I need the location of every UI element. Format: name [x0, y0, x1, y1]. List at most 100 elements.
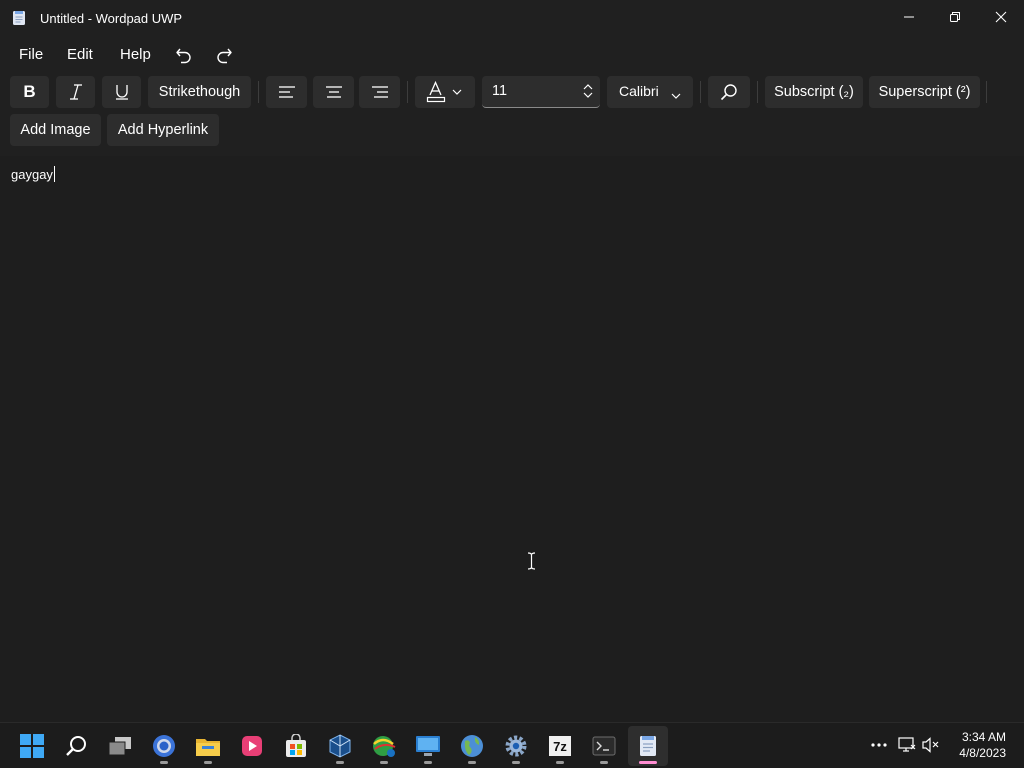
task-view-button[interactable]: [100, 726, 140, 766]
window-title: Untitled - Wordpad UWP: [40, 11, 183, 26]
undo-icon: [176, 48, 191, 64]
clock-time: 3:34 AM: [961, 730, 1006, 744]
menu-help[interactable]: Help: [120, 46, 151, 63]
insert-toolbar: Add Image Add Hyperlink: [0, 114, 1024, 154]
document-text: gaygay: [11, 167, 53, 182]
redo-icon: [217, 48, 232, 64]
document-editor[interactable]: gaygay: [0, 156, 1024, 722]
wordpad-window: Untitled - Wordpad UWP File Edit Help B: [0, 0, 1024, 722]
volume-button[interactable]: [922, 736, 940, 754]
running-indicator: [336, 761, 344, 764]
spin-arrows-icon[interactable]: [582, 82, 594, 105]
task-view-icon: [108, 737, 131, 756]
underline-icon: [115, 85, 128, 100]
media-player-icon: [242, 736, 262, 756]
settings-gear-icon: [505, 735, 527, 757]
folder-icon: [196, 739, 220, 756]
system-clock[interactable]: 3:34 AM 4/8/2023: [959, 729, 1006, 761]
menu-edit[interactable]: Edit: [67, 46, 93, 63]
start-button[interactable]: [12, 726, 52, 766]
font-size-input[interactable]: 11: [482, 76, 600, 108]
network-globe-icon: [373, 736, 396, 757]
running-indicator: [204, 761, 212, 764]
menu-bar: File Edit Help: [0, 38, 1024, 72]
redo-button[interactable]: [210, 42, 238, 68]
taskbar-wordpad[interactable]: [628, 726, 668, 766]
document-content[interactable]: gaygay: [11, 166, 55, 182]
taskbar-terminal[interactable]: [584, 726, 624, 766]
running-indicator: [424, 761, 432, 764]
wordpad-app-icon: [12, 10, 26, 26]
network-status-button[interactable]: [898, 736, 916, 754]
font-family-select[interactable]: Calibri: [607, 76, 693, 108]
find-button[interactable]: [708, 76, 750, 108]
wordpad-icon: [640, 736, 656, 756]
font-color-icon: [426, 81, 446, 103]
more-dots-icon: [871, 743, 887, 747]
add-hyperlink-button[interactable]: Add Hyperlink: [107, 114, 219, 146]
taskbar-chrome[interactable]: [144, 726, 184, 766]
windows-logo-icon: [20, 734, 44, 758]
running-indicator: [160, 761, 168, 764]
align-left-button[interactable]: [266, 76, 307, 108]
taskbar-virtualbox[interactable]: [320, 726, 360, 766]
taskbar-settings[interactable]: [496, 726, 536, 766]
show-hidden-icons-button[interactable]: [870, 736, 888, 754]
close-button[interactable]: [978, 0, 1024, 34]
align-right-button[interactable]: [359, 76, 400, 108]
superscript-button[interactable]: Superscript (²): [869, 76, 980, 108]
toolbar-divider: [757, 81, 758, 103]
taskbar-store[interactable]: [276, 726, 316, 766]
store-icon: [286, 734, 306, 757]
virtualbox-icon: [329, 734, 351, 758]
ibeam-cursor-icon: [527, 552, 536, 575]
running-indicator: [600, 761, 608, 764]
undo-button[interactable]: [170, 42, 198, 68]
text-caret: [53, 166, 55, 182]
taskbar-remote-desktop[interactable]: [408, 726, 448, 766]
chrome-icon: [153, 735, 175, 757]
formatting-toolbar: B Strikethough 11 Calibri Subscript (₂) …: [0, 76, 1024, 116]
terminal-icon: [592, 736, 616, 756]
7zip-icon: 7z: [549, 736, 571, 756]
italic-button[interactable]: [56, 76, 95, 108]
network-monitor-icon: [898, 737, 916, 752]
toolbar-divider: [986, 81, 987, 103]
running-indicator: [468, 761, 476, 764]
restore-icon: [950, 12, 960, 22]
toolbar-divider: [258, 81, 259, 103]
active-indicator: [639, 761, 657, 764]
italic-icon: [69, 84, 82, 100]
volume-muted-icon: [922, 737, 939, 753]
add-image-button[interactable]: Add Image: [10, 114, 101, 146]
font-color-button[interactable]: [415, 76, 475, 108]
taskbar-file-explorer[interactable]: [188, 726, 228, 766]
clock-date: 4/8/2023: [959, 746, 1006, 760]
minimize-button[interactable]: [886, 0, 932, 34]
title-bar[interactable]: Untitled - Wordpad UWP: [0, 0, 1024, 36]
7zip-icon-label: 7z: [553, 739, 567, 754]
chevron-down-icon: [671, 86, 681, 104]
taskbar-media-player[interactable]: [232, 726, 272, 766]
strikethrough-button[interactable]: Strikethough: [148, 76, 251, 108]
align-center-icon: [325, 86, 342, 98]
subscript-button[interactable]: Subscript (₂): [765, 76, 863, 108]
taskbar-search-button[interactable]: [56, 726, 96, 766]
search-icon: [66, 736, 86, 756]
restore-button[interactable]: [932, 0, 978, 34]
search-icon: [720, 84, 737, 101]
menu-file[interactable]: File: [19, 46, 43, 63]
align-left-icon: [278, 86, 295, 98]
bold-button[interactable]: B: [10, 76, 49, 108]
toolbar-divider: [700, 81, 701, 103]
close-icon: [995, 11, 1007, 23]
align-right-icon: [371, 86, 388, 98]
remote-desktop-icon: [416, 736, 440, 756]
taskbar-network-app[interactable]: [364, 726, 404, 766]
align-center-button[interactable]: [313, 76, 354, 108]
taskbar-browser-globe[interactable]: [452, 726, 492, 766]
chevron-down-icon: [452, 89, 462, 95]
running-indicator: [556, 761, 564, 764]
underline-button[interactable]: [102, 76, 141, 108]
taskbar-7zip[interactable]: 7z: [540, 726, 580, 766]
